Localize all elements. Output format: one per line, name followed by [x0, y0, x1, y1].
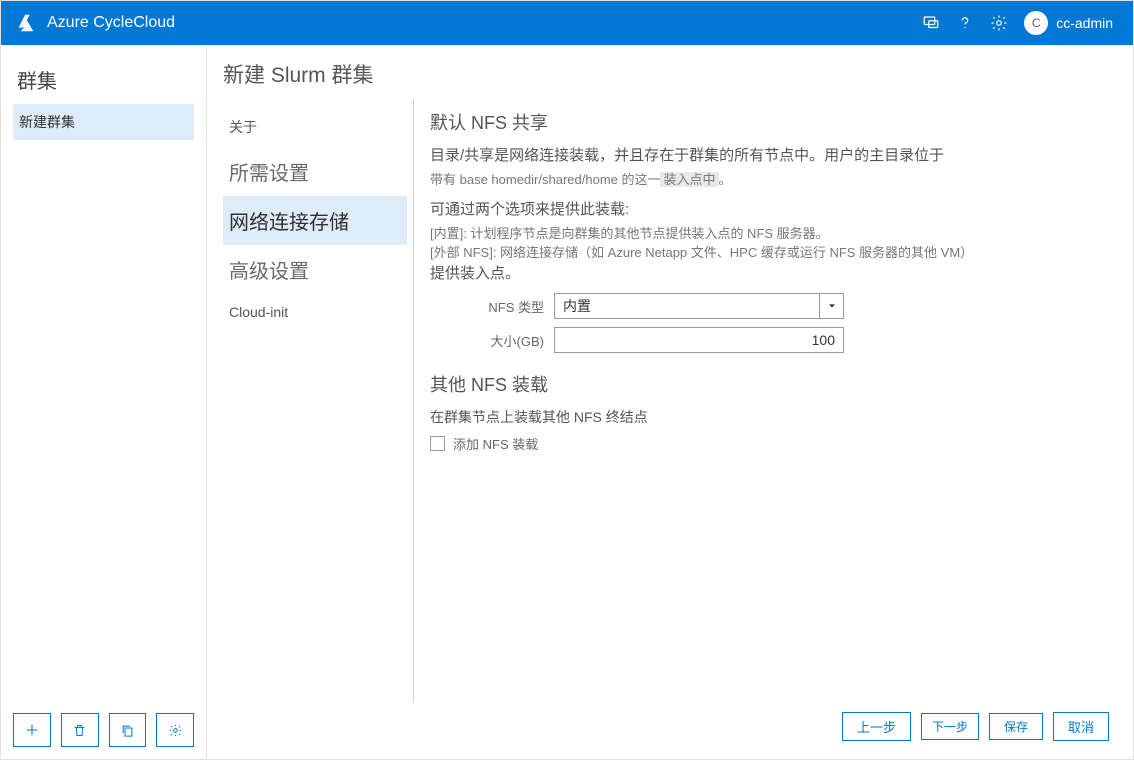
next-button[interactable]: 下一步 — [921, 713, 979, 740]
settings-gear-icon[interactable] — [982, 1, 1016, 45]
desc2-tail: 提供装入点。 — [430, 263, 1103, 286]
size-input[interactable] — [554, 327, 844, 353]
section2-desc: 在群集节点上装载其他 NFS 终结点 — [430, 407, 1103, 428]
sidebar-toolbar — [13, 703, 194, 747]
chevron-down-icon — [819, 294, 843, 318]
desc-line2: 带有 base homedir/shared/home 的这一装入点中。 — [430, 170, 1103, 190]
add-nfs-label: 添加 NFS 装载 — [453, 434, 538, 453]
sidebar-heading: 群集 — [13, 59, 194, 104]
copy-icon[interactable] — [109, 713, 147, 747]
content: 新建 Slurm 群集 关于 所需设置 网络连接存储 高级设置 Cloud-in… — [207, 45, 1133, 759]
desc2: 可通过两个选项来提供此装载: — [430, 199, 1103, 222]
desc2-opt1: [内置]: 计划程序节点是向群集的其他节点提供装入点的 NFS 服务器。 — [430, 224, 1103, 244]
section-other-nfs: 其他 NFS 装载 — [430, 371, 1103, 397]
section-default-nfs: 默认 NFS 共享 — [430, 109, 1103, 135]
step-advanced[interactable]: 高级设置 — [223, 245, 407, 294]
desc-line2-prefix: 带有 base homedir/shared/home 的这一 — [430, 172, 660, 187]
form-panel: 默认 NFS 共享 目录/共享是网络连接装载，并且存在于群集的所有节点中。用户的… — [413, 99, 1115, 702]
prev-button[interactable]: 上一步 — [842, 712, 911, 741]
sidebar-item-new-cluster[interactable]: 新建群集 — [13, 104, 194, 140]
topbar: Azure CycleCloud C cc-admin — [1, 1, 1133, 45]
label-size: 大小(GB) — [430, 331, 554, 350]
username: cc-admin — [1056, 15, 1113, 31]
step-about[interactable]: 关于 — [223, 107, 407, 147]
label-nfs-type: NFS 类型 — [430, 297, 554, 316]
user-avatar[interactable]: C — [1024, 11, 1048, 35]
azure-logo-icon — [15, 12, 37, 34]
feedback-icon[interactable] — [914, 1, 948, 45]
nfs-type-select[interactable]: 内置 — [554, 293, 844, 319]
desc2-opt2: [外部 NFS]: 网络连接存储（如 Azure Netapp 文件、HPC 缓… — [430, 243, 1103, 263]
page-title: 新建 Slurm 群集 — [221, 59, 1115, 89]
sidebar: 群集 新建群集 — [1, 45, 207, 759]
plus-icon[interactable] — [13, 713, 51, 747]
cancel-button[interactable]: 取消 — [1053, 712, 1109, 741]
step-required[interactable]: 所需设置 — [223, 147, 407, 196]
help-icon[interactable] — [948, 1, 982, 45]
desc-line2-highlight: 装入点中 — [660, 172, 718, 187]
nfs-type-value: 内置 — [563, 296, 591, 316]
gear-icon[interactable] — [156, 713, 194, 747]
product-title: Azure CycleCloud — [47, 14, 175, 32]
desc-line1: 目录/共享是网络连接装载，并且存在于群集的所有节点中。用户的主目录位于 — [430, 145, 1103, 168]
trash-icon[interactable] — [61, 713, 99, 747]
wizard-footer: 上一步 下一步 保存 取消 — [221, 702, 1115, 747]
desc-line2-suffix: 。 — [719, 172, 732, 187]
add-nfs-checkbox[interactable] — [430, 436, 445, 451]
step-cloud-init[interactable]: Cloud-init — [223, 294, 407, 330]
wizard-steps: 关于 所需设置 网络连接存储 高级设置 Cloud-init — [221, 99, 413, 702]
save-button[interactable]: 保存 — [989, 713, 1043, 740]
step-network-storage[interactable]: 网络连接存储 — [223, 196, 407, 245]
